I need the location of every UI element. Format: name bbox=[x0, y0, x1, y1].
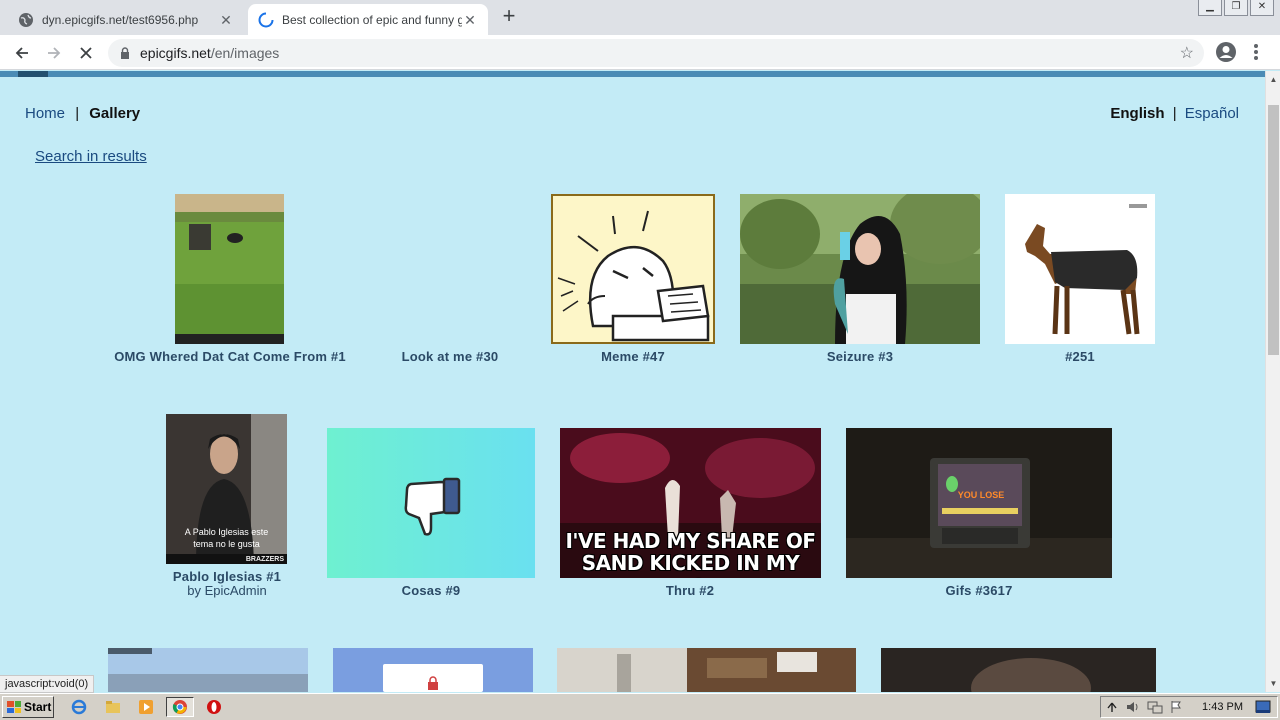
windows-flag-icon bbox=[7, 701, 21, 713]
gallery-thumb-row3-2[interactable] bbox=[333, 648, 533, 692]
media-player-icon[interactable] bbox=[135, 697, 157, 717]
gallery-thumb-meme[interactable] bbox=[551, 194, 715, 344]
thumb-overlay-text: A Pablo Iglesias este tema no le gusta bbox=[184, 527, 269, 549]
start-label: Start bbox=[24, 700, 52, 714]
scrollbar-thumb[interactable] bbox=[1268, 105, 1279, 355]
globe-icon bbox=[18, 12, 34, 28]
status-bubble: javascript:void(0) bbox=[0, 675, 95, 693]
gallery-thumb-pablo[interactable]: A Pablo Iglesias este tema no le gusta B… bbox=[166, 414, 287, 564]
gallery-thumb-seizure[interactable] bbox=[740, 194, 980, 344]
thumb-overlay-text: SAND KICKED IN MY FACE bbox=[581, 551, 800, 578]
gallery-caption[interactable]: #251 bbox=[1040, 349, 1120, 364]
nav-gallery-current[interactable]: Gallery bbox=[89, 105, 140, 122]
tray-expand-arrow-icon[interactable] bbox=[1107, 701, 1117, 713]
scroll-up-arrow-icon[interactable]: ▲ bbox=[1268, 75, 1279, 84]
taskbar-clock[interactable]: 1:43 PM bbox=[1202, 701, 1243, 713]
thumbs-down-icon bbox=[404, 477, 461, 536]
back-arrow-icon[interactable] bbox=[10, 41, 34, 65]
address-bar[interactable]: epicgifs.net/en/images ☆ bbox=[108, 39, 1204, 67]
forward-arrow-icon[interactable] bbox=[42, 41, 66, 65]
gallery-byline: by EpicAdmin bbox=[187, 583, 267, 598]
url-text: epicgifs.net/en/images bbox=[140, 45, 280, 61]
tab-title: dyn.epicgifs.net/test6956.php bbox=[42, 12, 199, 27]
gallery-caption[interactable]: Seizure #3 bbox=[810, 349, 910, 364]
system-tray: 1:43 PM bbox=[1100, 696, 1278, 718]
internet-explorer-icon[interactable] bbox=[68, 697, 90, 717]
page-scrollbar[interactable]: ▲ ▼ bbox=[1265, 71, 1280, 692]
search-in-results-link[interactable]: Search in results bbox=[35, 148, 147, 165]
lang-english[interactable]: English bbox=[1110, 105, 1164, 122]
site-nav: Home | Gallery bbox=[25, 105, 140, 122]
new-tab-plus-icon[interactable]: + bbox=[497, 5, 521, 29]
volume-icon[interactable] bbox=[1125, 700, 1141, 714]
gallery-thumb-gifs[interactable]: YOU LOSE bbox=[846, 428, 1112, 578]
gallery-caption[interactable]: Cosas #9 bbox=[381, 583, 481, 598]
gallery-thumb-row3-1[interactable] bbox=[108, 648, 308, 692]
close-window-icon[interactable]: ✕ bbox=[1250, 0, 1274, 16]
action-center-flag-icon[interactable] bbox=[1169, 700, 1183, 714]
scroll-down-arrow-icon[interactable]: ▼ bbox=[1268, 679, 1279, 688]
site-logo[interactable] bbox=[18, 71, 48, 77]
gallery-caption[interactable]: Thru #2 bbox=[640, 583, 740, 598]
gallery-caption[interactable]: Meme #47 bbox=[583, 349, 683, 364]
thumb-overlay-text: YOU LOSE bbox=[957, 490, 1005, 500]
gallery-thumb-cosas[interactable] bbox=[327, 428, 535, 578]
lock-icon bbox=[428, 676, 438, 690]
opera-icon[interactable] bbox=[203, 697, 225, 717]
web-page: Home | Gallery English | Español Search … bbox=[0, 71, 1265, 692]
site-header-bar bbox=[0, 71, 1265, 77]
nav-separator: | bbox=[75, 105, 80, 122]
windows-taskbar: Start 1:43 PM bbox=[0, 693, 1280, 720]
gallery-caption[interactable]: Look at me #30 bbox=[385, 349, 515, 364]
nav-home-link[interactable]: Home bbox=[25, 105, 65, 122]
browser-tab-strip: dyn.epicgifs.net/test6956.php ✕ Best col… bbox=[0, 0, 1280, 35]
gallery-caption[interactable]: OMG Whered Dat Cat Come From #1 bbox=[105, 349, 355, 364]
bookmark-star-icon[interactable]: ☆ bbox=[1180, 43, 1194, 63]
gallery-caption[interactable]: Pablo Iglesias #1 bbox=[157, 569, 297, 584]
thumb-overlay-text: I'VE HAD MY SHARE OF bbox=[565, 529, 816, 553]
gallery-caption[interactable]: Gifs #3617 bbox=[919, 583, 1039, 598]
loading-spinner-icon bbox=[258, 12, 274, 28]
watermark-logo: ANY RUN bbox=[1040, 683, 1254, 692]
window-controls: ▁ ❐ ✕ bbox=[1198, 0, 1274, 16]
tab-close-icon[interactable]: ✕ bbox=[462, 12, 478, 28]
show-desktop-icon[interactable] bbox=[1255, 700, 1271, 714]
lang-separator: | bbox=[1172, 105, 1177, 122]
stop-loading-x-icon[interactable] bbox=[74, 41, 98, 65]
profile-avatar-icon[interactable] bbox=[1214, 40, 1238, 64]
language-switcher: English | Español bbox=[1110, 105, 1239, 122]
minimize-icon[interactable]: ▁ bbox=[1198, 0, 1222, 16]
gallery-thumb-horse[interactable] bbox=[1005, 194, 1155, 344]
file-explorer-icon[interactable] bbox=[102, 697, 124, 717]
restore-icon[interactable]: ❐ bbox=[1224, 0, 1248, 16]
gallery-thumb-thru[interactable]: I'VE HAD MY SHARE OF SAND KICKED IN MY F… bbox=[560, 428, 821, 578]
tab-dyn-epicgifs[interactable]: dyn.epicgifs.net/test6956.php ✕ bbox=[8, 4, 244, 35]
network-icon[interactable] bbox=[1147, 700, 1163, 714]
tab-close-icon[interactable]: ✕ bbox=[218, 12, 234, 28]
gallery-thumb-row3-3[interactable] bbox=[557, 648, 856, 692]
start-button[interactable]: Start bbox=[2, 696, 54, 718]
browser-menu-dots-icon[interactable] bbox=[1250, 40, 1262, 64]
browser-toolbar: epicgifs.net/en/images ☆ bbox=[0, 35, 1280, 70]
tab-epicgifs-gallery[interactable]: Best collection of epic and funny gifs ✕ bbox=[248, 4, 488, 35]
tab-title: Best collection of epic and funny gifs bbox=[282, 12, 462, 27]
lang-spanish-link[interactable]: Español bbox=[1185, 105, 1239, 122]
gallery-thumb-cat[interactable] bbox=[175, 194, 284, 344]
chrome-taskbar-icon[interactable] bbox=[166, 697, 194, 717]
thumb-brand-mark: BRAZZERS bbox=[245, 556, 284, 563]
lock-icon bbox=[121, 47, 129, 59]
